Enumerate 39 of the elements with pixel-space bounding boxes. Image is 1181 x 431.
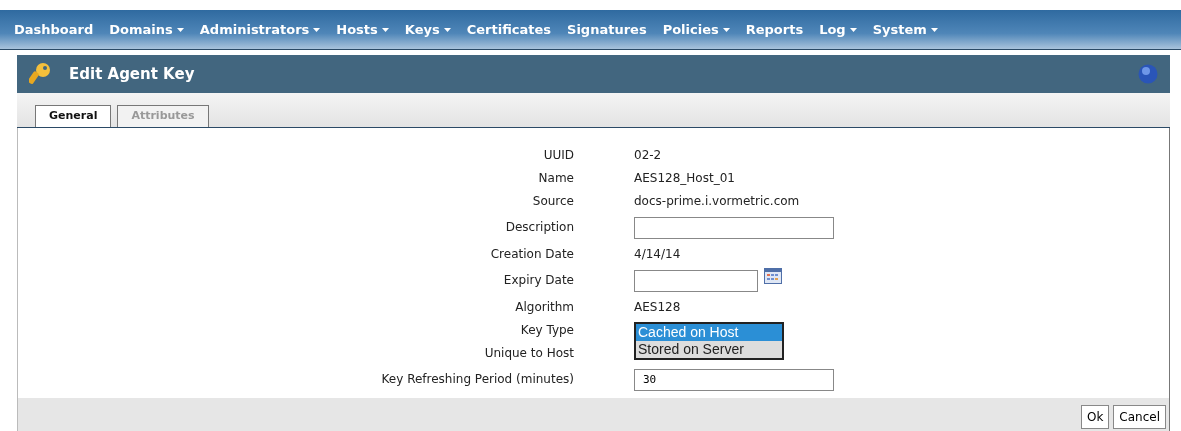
field-label: Description <box>504 219 574 236</box>
menu-item[interactable]: Hosts <box>328 19 397 40</box>
key-icon <box>29 62 51 86</box>
field-value: AES128_Host_01 <box>634 170 735 187</box>
calendar-icon[interactable] <box>764 267 782 284</box>
menu-item[interactable]: Signatures <box>559 19 655 40</box>
dialog-button[interactable]: Ok <box>1080 404 1110 429</box>
menu-item[interactable]: Domains <box>101 19 192 40</box>
tab[interactable]: General <box>35 105 112 127</box>
menu-item[interactable]: Log <box>811 19 865 40</box>
field-label: Expiry Date <box>502 272 574 289</box>
field-label: Key Type <box>519 321 574 339</box>
field-value: 02-2 <box>634 147 662 164</box>
listbox-option[interactable]: Cached on Host <box>636 323 782 341</box>
menu-item[interactable]: Certificates <box>458 19 560 40</box>
date-field[interactable] <box>634 269 758 292</box>
menu-item[interactable]: Keys <box>396 19 459 40</box>
listbox[interactable]: Cached on Host Stored on Server <box>634 321 784 360</box>
field-label: Source <box>531 192 574 210</box>
field-value: docs-prime.i.vormetric.com <box>634 193 800 210</box>
field-label: Creation Date <box>489 245 574 263</box>
field-label: Unique to Host <box>483 344 574 362</box>
dialog-button[interactable]: Cancel <box>1113 404 1166 429</box>
page-title: Edit Agent Key <box>69 63 195 85</box>
listbox-option[interactable]: Stored on Server <box>636 340 782 358</box>
menu-item[interactable]: Policies <box>654 19 738 40</box>
field-label: Key Refreshing Period (minutes) <box>380 371 574 388</box>
menu-item[interactable]: Dashboard <box>6 19 102 40</box>
field-value: 4/14/14 <box>634 246 681 263</box>
input-field[interactable]: 30 <box>634 368 834 391</box>
field-label: UUID <box>542 146 574 164</box>
field-label: Name <box>537 169 574 187</box>
menu-item[interactable]: System <box>864 19 946 40</box>
menu-item[interactable]: Reports <box>737 19 812 40</box>
field-value: AES128 <box>634 299 681 316</box>
menu-item[interactable]: Administrators <box>191 19 329 40</box>
tab[interactable]: Attributes <box>117 105 209 127</box>
field-label: Algorithm <box>514 298 574 316</box>
input-field[interactable] <box>634 216 834 239</box>
